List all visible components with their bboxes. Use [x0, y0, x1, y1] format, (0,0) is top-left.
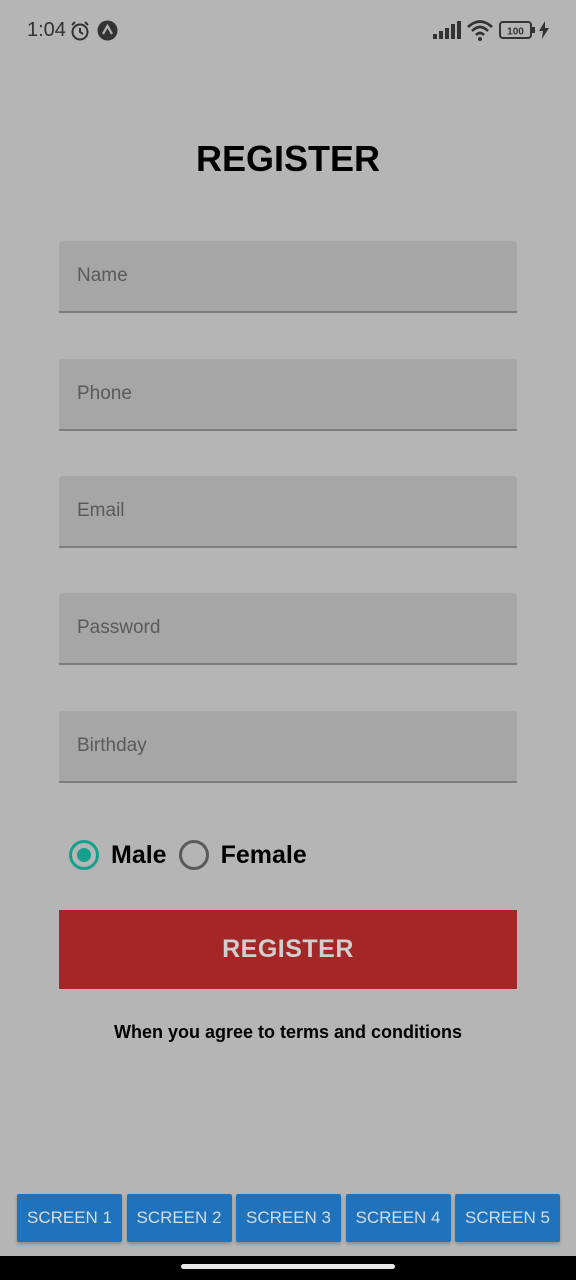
screen-5-button[interactable]: SCREEN 5	[455, 1194, 560, 1242]
screen-2-button[interactable]: SCREEN 2	[126, 1194, 232, 1242]
password-field-container	[59, 593, 517, 665]
radio-male-button[interactable]	[69, 840, 99, 870]
name-input[interactable]	[59, 241, 517, 311]
radio-male-label: Male	[111, 840, 167, 869]
screen-1-button[interactable]: SCREEN 1	[17, 1194, 122, 1242]
phone-input[interactable]	[59, 359, 517, 429]
home-gesture-handle[interactable]	[181, 1264, 395, 1269]
birthday-input[interactable]	[59, 711, 517, 781]
wifi-icon	[466, 19, 494, 46]
gender-radio-group: Male Female	[69, 838, 319, 872]
birthday-field-container	[59, 711, 517, 783]
email-field-container	[59, 476, 517, 548]
status-bar: 1:04 100	[0, 0, 576, 62]
radio-male[interactable]: Male	[69, 840, 179, 870]
charging-icon	[539, 21, 549, 44]
radio-female[interactable]: Female	[178, 840, 319, 870]
status-time: 1:04	[27, 19, 66, 41]
register-screen: 1:04 100 REGISTER Name Phone Email Birth…	[0, 0, 576, 1280]
battery-icon: 100	[499, 21, 535, 44]
cellular-signal-icon	[433, 21, 461, 44]
terms-text: When you agree to terms and conditions	[113, 1022, 463, 1042]
register-button[interactable]: REGISTER	[59, 910, 517, 989]
battery-level: 100	[507, 27, 524, 38]
email-input[interactable]	[59, 476, 517, 546]
bottom-nav: SCREEN 1 SCREEN 2 SCREEN 3 SCREEN 4 SCRE…	[17, 1194, 565, 1242]
screen-4-button[interactable]: SCREEN 4	[345, 1194, 451, 1242]
radio-female-label: Female	[220, 840, 307, 869]
page-title: REGISTER	[195, 138, 381, 179]
radio-female-button[interactable]	[178, 840, 209, 870]
phone-field-container	[59, 359, 517, 431]
password-input[interactable]	[59, 593, 517, 663]
alarm-icon	[69, 20, 91, 47]
screen-3-button[interactable]: SCREEN 3	[236, 1194, 341, 1242]
app-notification-icon	[97, 20, 118, 46]
name-field-container	[59, 241, 517, 313]
